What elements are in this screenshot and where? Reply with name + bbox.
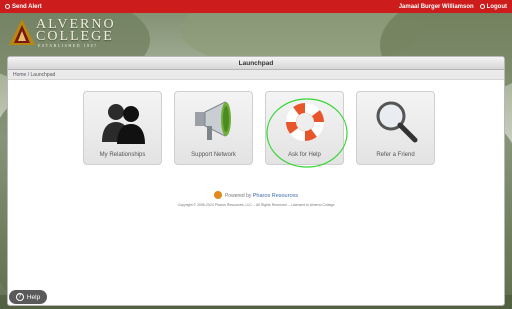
powered-by-label: Powered by (224, 193, 252, 199)
user-name[interactable]: Jamaal Burger Williamson (399, 4, 474, 10)
help-button[interactable]: ? Help (9, 290, 47, 304)
logo-wordmark: ALVERNO COLLEGE (36, 18, 116, 44)
question-icon: ? (15, 293, 24, 301)
breadcrumb: Home / Launchpad (8, 70, 504, 80)
breadcrumb-home[interactable]: Home (13, 72, 26, 78)
people-icon (102, 104, 145, 144)
logo-mark-icon (9, 19, 35, 45)
alverno-logo[interactable]: ALVERNO COLLEGE ESTABLISHED 1887 (8, 18, 118, 50)
tile-my-relationships[interactable]: My Relationships (83, 91, 162, 165)
launchpad-panel: Launchpad Home / Launchpad My Relationsh… (7, 56, 505, 306)
top-bar: Send Alert Jamaal Burger Williamson Logo… (0, 0, 512, 13)
send-alert-link[interactable]: Send Alert (5, 4, 42, 10)
tile-label: Ask for Help (288, 152, 321, 158)
logo-line-2: COLLEGE (36, 29, 114, 44)
help-label: Help (26, 293, 41, 301)
pharos-link[interactable]: Pharos Resources (253, 193, 298, 199)
megaphone-icon (195, 101, 231, 140)
tile-support-network[interactable]: Support Network (174, 91, 253, 165)
magnifier-icon (376, 101, 418, 143)
tile-label: Support Network (191, 152, 236, 158)
breadcrumb-current: Launchpad (30, 72, 56, 78)
powered-by: Powered by Pharos Resources (8, 191, 504, 199)
copyright-text: Copyright © 2006-2024 Pharos Resources, … (177, 203, 335, 207)
logout-label: Logout (486, 3, 507, 10)
alert-icon (5, 4, 10, 9)
tile-ask-for-help[interactable]: Ask for Help (265, 91, 344, 165)
logout-icon (479, 4, 485, 9)
tile-refer-a-friend[interactable]: Refer a Friend (356, 91, 435, 165)
panel-title: Launchpad (8, 57, 504, 70)
pharos-logo-icon (213, 191, 222, 199)
send-alert-label: Send Alert (12, 3, 42, 10)
launchpad-tiles: My Relationships Support Network Ask for… (83, 91, 435, 165)
tile-label: Refer a Friend (376, 152, 415, 158)
tile-label: My Relationships (99, 152, 146, 158)
logout-link[interactable]: Logout (479, 3, 507, 10)
logo-tagline: ESTABLISHED 1887 (38, 43, 98, 48)
life-preserver-icon (285, 102, 325, 142)
